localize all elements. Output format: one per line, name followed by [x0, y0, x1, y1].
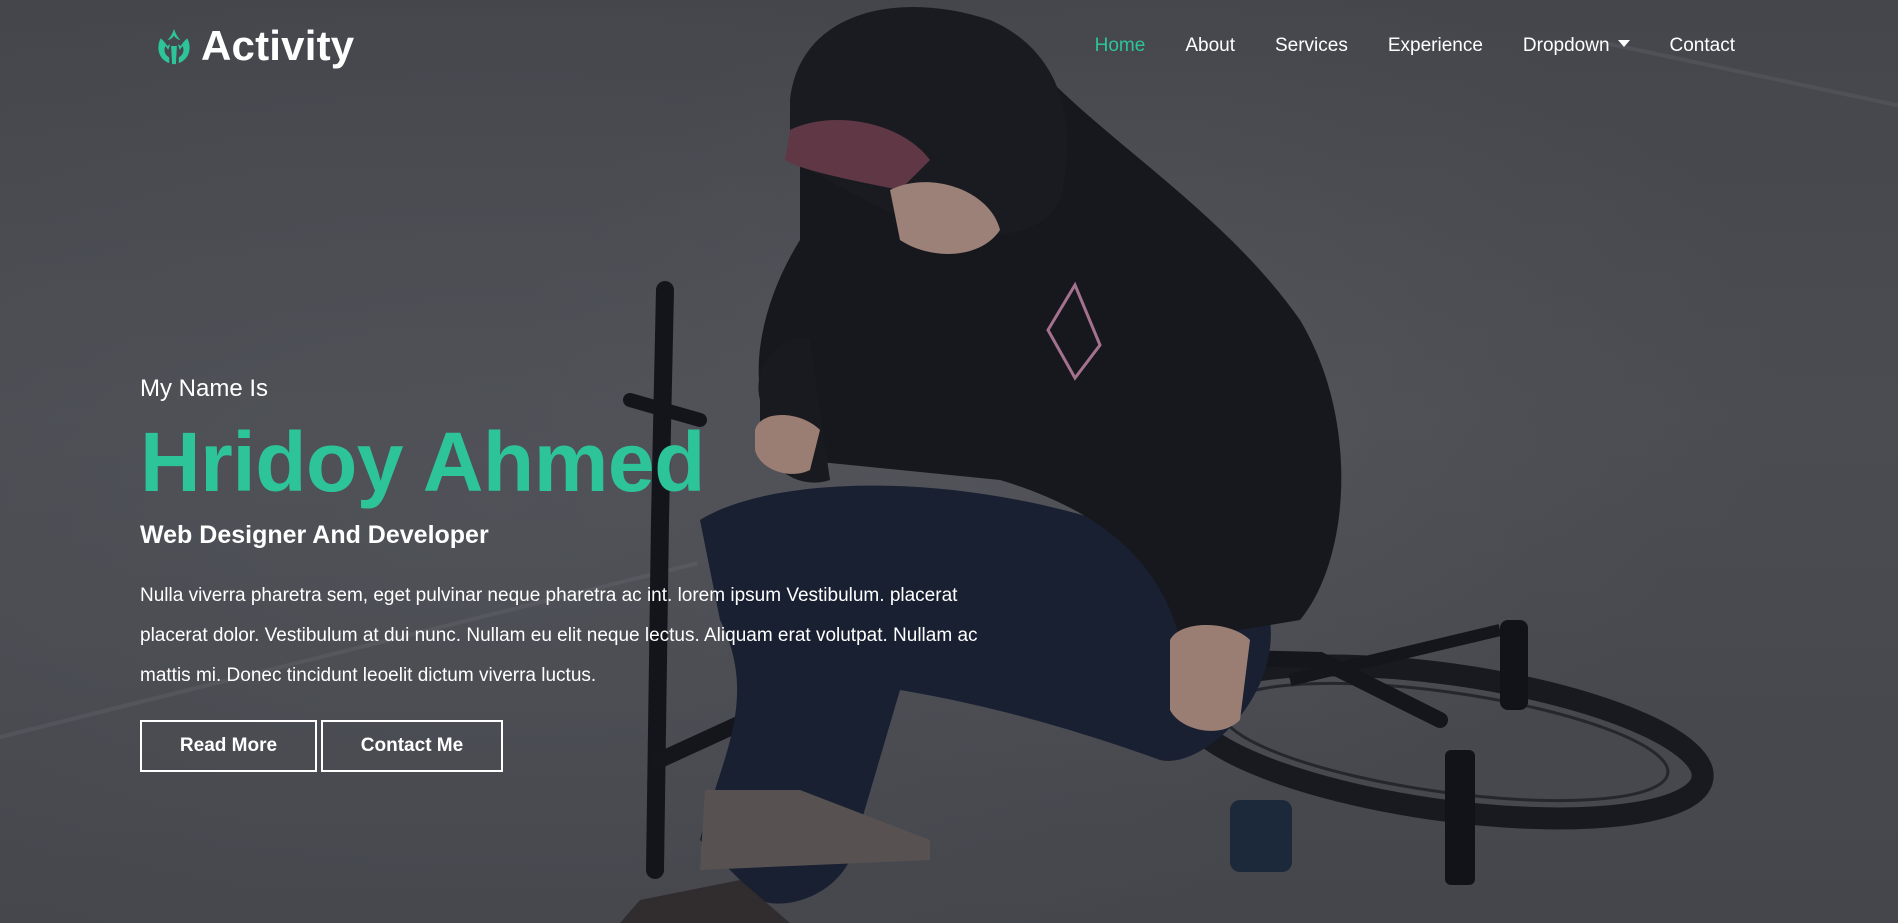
- nav-item-dropdown-label: Dropdown: [1522, 35, 1610, 56]
- hero-buttons: Read More Contact Me: [140, 720, 1040, 772]
- nav-item-dropdown[interactable]: Dropdown: [1523, 32, 1630, 60]
- read-more-button[interactable]: Read More: [140, 720, 317, 772]
- nav-item-experience[interactable]: Experience: [1388, 32, 1483, 60]
- nav-item-home[interactable]: Home: [1095, 32, 1146, 60]
- main-nav: Home About Services Experience Dropdown …: [1055, 32, 1735, 60]
- hero-intro: My Name Is: [140, 375, 269, 402]
- hero-name: Hridoy Ahmed: [140, 415, 705, 509]
- rebel-alliance-icon: [158, 28, 190, 65]
- hero-section: My Name Is Hridoy Ahmed Web Designer And…: [140, 372, 1040, 772]
- nav-item-about[interactable]: About: [1185, 32, 1235, 60]
- hero-role: Web Designer And Developer: [140, 521, 489, 549]
- nav-item-contact[interactable]: Contact: [1670, 32, 1735, 60]
- brand-name: Activity: [201, 22, 355, 69]
- hero-description: Nulla viverra pharetra sem, eget pulvina…: [140, 585, 978, 686]
- site-header: Activity Home About Services Experience …: [0, 0, 1898, 96]
- nav-item-services[interactable]: Services: [1275, 32, 1348, 60]
- caret-down-icon: [1617, 40, 1630, 47]
- brand-logo[interactable]: Activity: [153, 20, 354, 72]
- contact-me-button[interactable]: Contact Me: [321, 720, 503, 772]
